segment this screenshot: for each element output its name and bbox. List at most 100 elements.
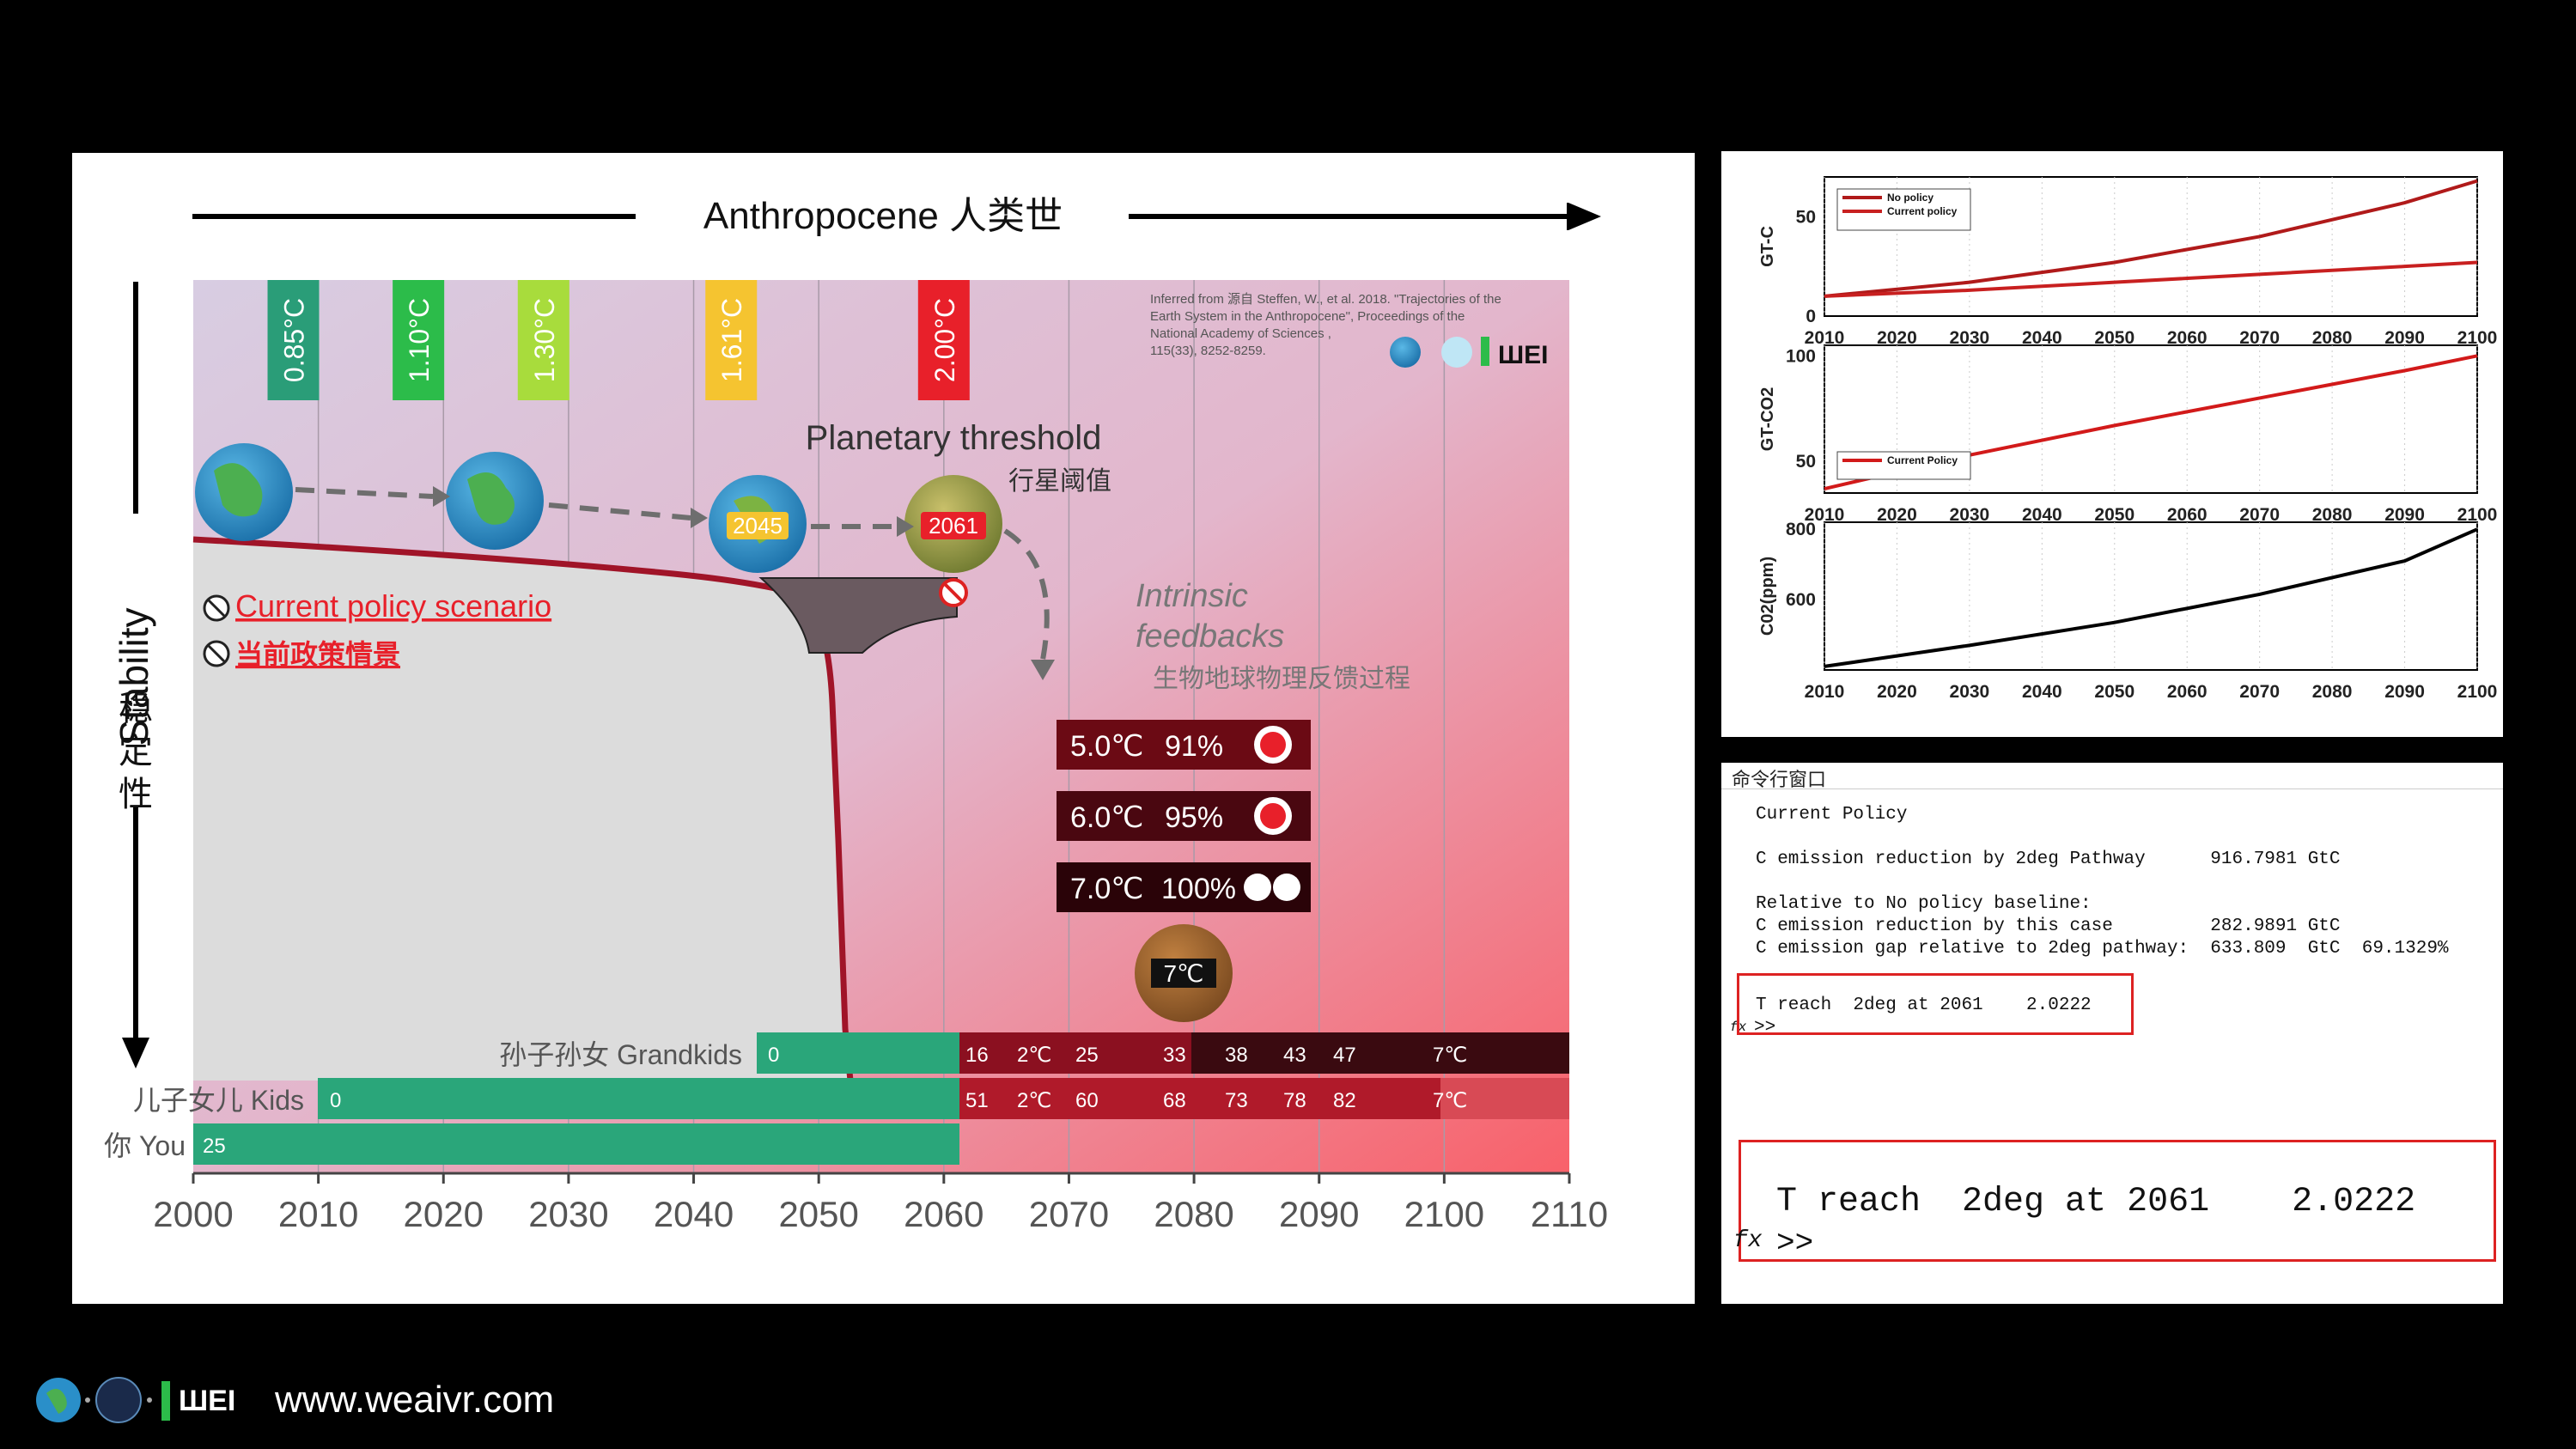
badge-2061: 2061 [929,513,978,539]
legend-label: Current policy [1887,205,1958,217]
badge-2045: 2045 [733,513,783,539]
svg-text:Inferred from 源自 Steffen, W.,: Inferred from 源自 Steffen, W., et al. 201… [1150,292,1501,307]
footer-url[interactable]: www.weaivr.com [275,1379,554,1422]
x-axis-ticks: 2000 2010 2020 2030 2040 2050 2060 2070 2080 2090… [153,1173,1608,1234]
footer-logos: ШEI [36,1377,235,1423]
plot-x-tick-label: 2070 [2239,682,2280,702]
stability-label-cn-1: 稳 [119,690,153,728]
stability-label-cn-2: 定 [119,733,153,770]
stability-chart-panel: Anthropocene 人类世 Stability 稳 定 性 Inferre… [72,153,1695,1304]
plot-x-tick-label: 2080 [2312,682,2353,702]
x-tick-label: 2080 [1154,1194,1233,1234]
stability-chart: Anthropocene 人类世 Stability 稳 定 性 Inferre… [104,195,1608,1234]
svg-text:7℃: 7℃ [1163,960,1203,987]
plot-y-tick-label: 50 [1796,207,1816,227]
risk-row-7c: 7.0℃ 100% [1057,862,1311,912]
planetary-threshold-label-cn: 行星阈值 [1008,467,1111,496]
svg-text:6.0℃: 6.0℃ [1070,801,1143,834]
person-logo-icon [161,1381,170,1421]
x-tick-label: 2090 [1279,1194,1359,1234]
x-tick-label: 2030 [528,1194,608,1234]
svg-text:115(33), 8252-8259.: 115(33), 8252-8259. [1150,344,1266,358]
svg-text:51: 51 [965,1089,989,1112]
temperature-tag-label: 1.30°C [529,298,560,382]
svg-text:38: 38 [1225,1044,1248,1067]
plot-y-tick-label: 600 [1786,590,1816,610]
generation-grandkids: 孙子孙女 Grandkids 0 16 2℃ 25 33 38 43 47 7℃ [499,1032,1569,1074]
x-tick-label: 2070 [1029,1194,1109,1234]
footer-branding: ШEI www.weaivr.com [34,1374,554,1426]
x-tick-label: 2020 [404,1194,484,1234]
svg-text:feedbacks: feedbacks [1136,618,1284,654]
svg-text:43: 43 [1283,1044,1306,1067]
plot-y-tick-label: 100 [1786,346,1816,366]
svg-text:你 You: 你 You [104,1130,186,1161]
scenario-label: Current policy scenario [235,588,551,624]
extinction-icon [1273,874,1300,901]
svg-text:60: 60 [1075,1089,1099,1112]
co2-ppm-plot: 2010 2020 2030 2040 2050 2060 2070 2080 2090 2100… [1758,520,2497,702]
plot-y-label: GT-CO2 [1758,387,1777,451]
cmd-output-line: C emission gap relative to 2deg pathway:… [1756,939,2449,959]
plot-x-tick-label: 2090 [2384,682,2425,702]
cmd-output-line: C emission reduction by 2deg Pathway 916… [1756,849,2341,869]
plot-x-tick-label: 2020 [1877,682,1917,702]
svg-text:7℃: 7℃ [1433,1089,1467,1112]
svg-text:0: 0 [768,1044,779,1067]
stability-axis-arrowhead [122,1038,149,1068]
svg-text:National Academy of Sciences ,: National Academy of Sciences , [1150,326,1331,341]
fx-icon-zoomed: fx [1733,1227,1763,1254]
legend-label: No policy [1887,192,1934,204]
command-window-output[interactable]: Current Policy C emission reduction by 2… [1721,788,2503,1305]
temperature-tag-label: 1.61°C [716,298,747,382]
svg-text:7.0℃: 7.0℃ [1070,873,1143,905]
legend-label: Current Policy [1887,454,1958,466]
plot-x-tick-label: 2050 [2094,682,2134,702]
era-arrowhead [1567,203,1601,230]
dome-logo-icon [1441,337,1472,368]
x-tick-label: 2060 [904,1194,984,1234]
plot-x-tick-label: 2100 [2457,682,2498,702]
plot-x-tick-label: 2030 [1950,682,1990,702]
plot-y-label: GT-C [1758,226,1777,267]
plot-y-label: C02(ppm) [1758,557,1777,636]
risk-row-5c: 5.0℃ 91% [1057,720,1311,770]
zoomed-prompt: >> [1776,1226,1814,1261]
x-tick-label: 2100 [1404,1194,1484,1234]
extinction-icon [1244,874,1271,901]
x-tick-label: 2050 [778,1194,858,1234]
wei-logo-text: ШEI [179,1385,235,1417]
svg-text:7℃: 7℃ [1433,1044,1467,1067]
person-logo-icon [1481,337,1489,366]
plot-frame [1824,521,2478,671]
svg-text:16: 16 [965,1044,989,1067]
globe-2000 [195,443,293,541]
svg-text:47: 47 [1333,1044,1356,1067]
svg-text:68: 68 [1163,1089,1186,1112]
x-tick-label: 2000 [153,1194,233,1234]
gt-co2-plot: 2010 2020 2030 2040 2050 2060 2070 2080 2090 2100… [1758,344,2497,525]
temperature-tag-label: 1.10°C [404,298,435,382]
svg-text:儿子女儿 Kids: 儿子女儿 Kids [133,1085,304,1116]
plot-x-tick-label: 2010 [1805,682,1845,702]
plot-y-tick-label: 0 [1806,307,1816,326]
generation-kids: 儿子女儿 Kids 0 51 2℃ 60 68 73 78 82 7℃ [133,1078,1569,1119]
plot-x-tick-label: 2040 [2022,682,2062,702]
cmd-output-line: Current Policy [1756,805,1908,825]
svg-text:25: 25 [203,1135,226,1158]
globe-2020 [446,452,544,550]
svg-text:Intrinsic: Intrinsic [1136,578,1248,614]
svg-text:100%: 100% [1161,873,1236,905]
svg-text:91%: 91% [1165,730,1223,763]
svg-text:2℃: 2℃ [1017,1044,1051,1067]
svg-text:82: 82 [1333,1089,1356,1112]
svg-text:0: 0 [330,1089,341,1112]
era-title: Anthropocene 人类世 [703,195,1063,237]
svg-text:33: 33 [1163,1044,1186,1067]
command-window[interactable]: 命令行窗口 Current Policy C emission reductio… [1721,763,2503,1304]
scenario-label-cn: 当前政策情景 [235,639,400,670]
svg-text:25: 25 [1075,1044,1099,1067]
highlight-box-small [1737,973,2134,1035]
svg-text:孙子孙女 Grandkids: 孙子孙女 Grandkids [499,1039,742,1070]
emission-plots-panel: 2010 2020 2030 2040 2050 2060 2070 2080 2090 2100… [1721,151,2503,737]
